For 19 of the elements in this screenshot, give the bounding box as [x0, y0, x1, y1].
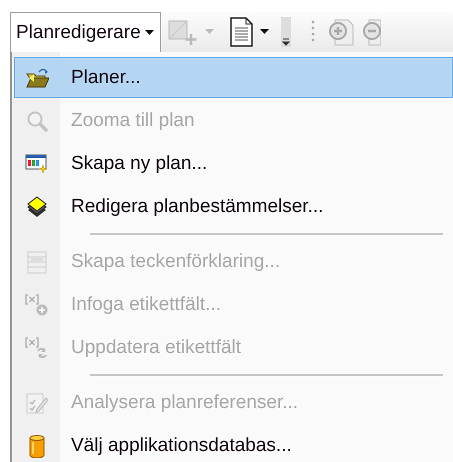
layers-icon [25, 194, 49, 218]
menu-item[interactable]: Skapa ny plan... [14, 143, 453, 184]
menu-item[interactable]: Redigera planbestämmelser... [14, 186, 453, 227]
caret-icon[interactable] [260, 29, 269, 35]
zoom-out-icon[interactable] [360, 17, 381, 47]
caret-icon [144, 30, 154, 36]
add-feature-icon[interactable] [166, 18, 199, 46]
planredigerare-menu-button[interactable]: Planredigerare [10, 12, 161, 52]
menu-item[interactable]: Planer... [14, 57, 453, 98]
checklist-icon [25, 390, 49, 414]
field-refresh-icon [25, 336, 49, 360]
zoom-in-icon[interactable] [326, 17, 355, 47]
document-icon[interactable] [230, 17, 254, 47]
overflow-icon[interactable] [280, 17, 291, 47]
new-plan-icon [25, 152, 49, 176]
menu-item[interactable]: Välj applikationsdatabas... [14, 425, 453, 462]
magnifier-icon [25, 108, 49, 132]
field-add-icon [25, 292, 49, 316]
legend-icon [25, 250, 49, 274]
